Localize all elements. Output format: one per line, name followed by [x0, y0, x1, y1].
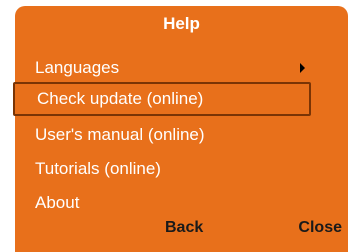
submenu-arrow-icon — [300, 63, 305, 73]
menu-item-check-update[interactable]: Check update (online) — [13, 82, 311, 116]
menu-item-users-manual[interactable]: User's manual (online) — [13, 118, 311, 152]
menu-item-label: Tutorials (online) — [35, 159, 161, 178]
menu-item-label: Languages — [35, 58, 120, 77]
help-menu: Help Languages Check update (online) Use… — [13, 6, 348, 252]
menu-item-about[interactable]: About — [13, 186, 311, 220]
close-button[interactable]: Close — [298, 219, 342, 237]
menu-item-label: User's manual (online) — [35, 125, 205, 144]
back-button[interactable]: Back — [165, 219, 203, 237]
menu-item-label: Check update (online) — [37, 89, 204, 108]
menu-item-languages[interactable]: Languages — [13, 51, 311, 85]
menu-item-tutorials[interactable]: Tutorials (online) — [13, 152, 311, 186]
menu-title: Help — [163, 14, 200, 33]
menu-item-label: About — [35, 193, 80, 212]
